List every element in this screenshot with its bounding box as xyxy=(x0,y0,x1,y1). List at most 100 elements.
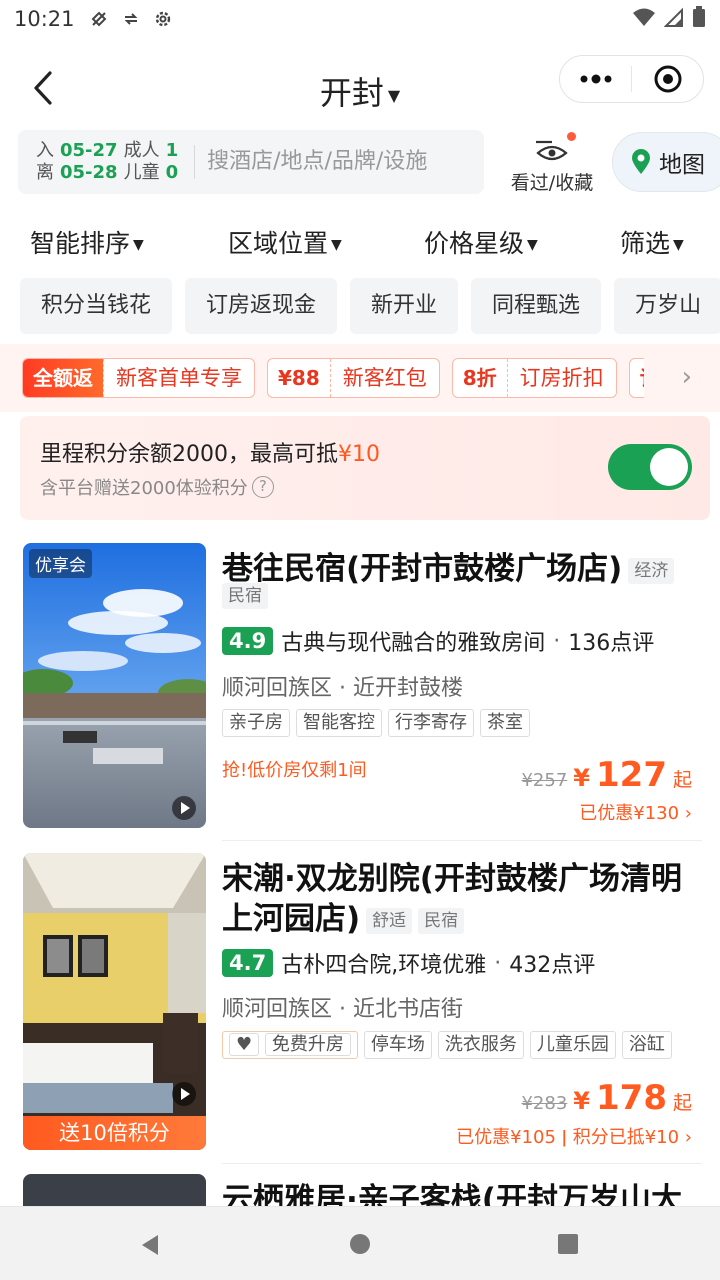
chevron-right-icon[interactable]: › xyxy=(682,362,692,392)
heart-badge-icon: ♥ xyxy=(229,1033,260,1056)
adult-count: 1 xyxy=(165,140,179,161)
recents-nav-button[interactable] xyxy=(557,1233,579,1259)
date-guest-selector[interactable]: 入 05-27 成人 1 离 05-28 儿童 0 xyxy=(36,140,178,184)
chip-wansuishan[interactable]: 万岁山 xyxy=(614,278,720,334)
promo-list: 全额返新客首单专享 ¥88 新客红包 8折订房折扣订 xyxy=(22,358,644,398)
chip-new[interactable]: 新开业 xyxy=(350,278,459,334)
hotel-type-row: 民宿 xyxy=(216,583,268,609)
help-icon[interactable]: ? xyxy=(251,476,274,498)
more-dots-icon xyxy=(580,74,611,84)
signal-icon xyxy=(663,7,684,32)
amenity-tag: 茶室 xyxy=(480,709,530,737)
checkout-date: 05-28 xyxy=(60,162,118,183)
separator-dot: · xyxy=(553,628,561,654)
battery-icon xyxy=(692,5,706,33)
caret-down-icon: ▼ xyxy=(133,237,144,253)
amenity-tag: 儿童乐园 xyxy=(529,1031,616,1059)
checkin-date: 05-27 xyxy=(60,140,118,161)
price-suffix: 起 xyxy=(672,769,692,791)
price-row: ¥257 ¥127 起 xyxy=(521,755,692,795)
points-toggle[interactable] xyxy=(608,444,692,490)
review-count: 432点评 xyxy=(509,953,596,978)
separator-dot: · xyxy=(494,950,502,976)
promo-badge[interactable]: ¥88 新客红包 xyxy=(267,358,440,398)
rating-score: 4.7 xyxy=(222,949,274,977)
chip-points[interactable]: 积分当钱花 xyxy=(20,278,173,334)
currency-symbol: ¥ xyxy=(573,764,590,792)
search-box[interactable]: 入 05-27 成人 1 离 05-28 儿童 0 搜酒店/地点/品牌/设施 xyxy=(18,130,484,194)
more-button[interactable] xyxy=(560,56,631,102)
sort-filter-label: 筛选 xyxy=(620,229,671,258)
history-favorites-button[interactable]: 看过/收藏 xyxy=(504,132,600,195)
points-sub: 含平台赠送2000体验积分? xyxy=(40,474,274,500)
caret-down-icon: ▼ xyxy=(673,237,684,253)
status-time: 10:21 xyxy=(14,7,75,31)
hotel-photo[interactable]: 送10倍积分 xyxy=(23,853,206,1150)
hotel-type-tag: 民宿 xyxy=(222,583,268,609)
chip-selected[interactable]: 同程甄选 xyxy=(471,278,602,334)
original-price: ¥257 xyxy=(521,770,568,791)
current-price: 127 xyxy=(596,755,667,795)
points-card: 里程积分余额2000，最高可抵¥10 含平台赠送2000体验积分? xyxy=(20,416,710,520)
hotel-location: 顺河回族区 · 近开封鼓楼 xyxy=(222,676,463,701)
price-row: ¥283 ¥178 起 xyxy=(521,1078,692,1118)
hotel-card[interactable]: 优享会 巷往民宿(开封市鼓楼广场店) 经济 民宿 4.9 古典与现代融合的雅致房间… xyxy=(0,543,720,843)
original-price: ¥283 xyxy=(521,1093,568,1114)
chip-cashback[interactable]: 订房返现金 xyxy=(185,278,338,334)
map-button[interactable]: 地图 xyxy=(612,132,720,192)
hotel-card[interactable]: 云栖雅居·亲子客栈(开封万岁山大 xyxy=(0,1174,720,1206)
sort-price-star[interactable]: 价格星级 ▼ xyxy=(424,224,538,260)
square-recents-icon xyxy=(558,1234,578,1254)
sort-area-label: 区域位置 xyxy=(228,229,329,258)
hotel-name: 巷往民宿(开封市鼓楼广场店) 经济 xyxy=(222,549,702,589)
points-bonus-banner: 送10倍积分 xyxy=(23,1116,206,1150)
close-miniapp-button[interactable] xyxy=(632,56,703,102)
promo-badge[interactable]: 订 xyxy=(628,358,644,398)
sort-filter[interactable]: 筛选 ▼ xyxy=(620,224,684,260)
toggle-knob xyxy=(650,448,688,486)
child-count: 0 xyxy=(165,162,179,183)
watch-label: 看过/收藏 xyxy=(510,172,594,194)
system-nav-bar xyxy=(0,1206,720,1280)
amenity-tag: 亲子房 xyxy=(222,709,290,737)
promo-badge[interactable]: 8折 订房折扣 xyxy=(451,358,617,398)
location-pin-icon xyxy=(632,149,650,174)
sort-filter-bar: 智能排序 ▼ 区域位置 ▼ 价格星级 ▼ 筛选 ▼ xyxy=(0,214,720,266)
discount-info[interactable]: 已优惠¥105 ǀ 积分已抵¥10 › xyxy=(456,1123,692,1149)
promo-strip: 全额返新客首单专享 ¥88 新客红包 8折订房折扣订 › xyxy=(0,344,720,412)
quick-filter-chips: 积分当钱花 订房返现金 新开业 同程甄选 万岁山 xyxy=(20,278,720,336)
promo-badge-left: 8折 xyxy=(462,366,497,390)
amenity-tag: 行李寄存 xyxy=(388,709,474,737)
points-balance-text: 里程积分余额2000，最高可抵 xyxy=(40,442,338,467)
hotel-card[interactable]: 送10倍积分 宋潮·双龙别院(开封鼓楼广场清明 上河园店) 舒适 民宿 4.7 古朴… xyxy=(0,853,720,1164)
search-row: 入 05-27 成人 1 离 05-28 儿童 0 搜酒店/地点/品牌/设施 看… xyxy=(18,130,720,196)
search-input[interactable]: 搜酒店/地点/品牌/设施 xyxy=(194,145,427,179)
discount-info[interactable]: 已优惠¥130 › xyxy=(579,799,692,825)
card-divider xyxy=(222,1163,702,1164)
miniapp-capsule xyxy=(559,55,704,103)
hotel-name: 宋潮·双龙别院(开封鼓楼广场清明 上河园店) 舒适 民宿 xyxy=(222,859,702,939)
promo-badge-right: 订房折扣 xyxy=(506,359,616,397)
amenity-tag: 智能客控 xyxy=(296,709,382,737)
play-icon[interactable] xyxy=(172,796,196,820)
target-icon xyxy=(654,65,681,93)
promo-badge[interactable]: 全额返 新客首单专享 xyxy=(22,358,255,398)
review-count: 136点评 xyxy=(568,631,655,656)
map-label: 地图 xyxy=(659,152,705,178)
back-nav-button[interactable] xyxy=(138,1233,162,1261)
hotel-image xyxy=(23,543,206,828)
sort-area[interactable]: 区域位置 ▼ xyxy=(228,224,342,260)
hotel-photo[interactable] xyxy=(23,1174,206,1206)
triangle-back-icon xyxy=(142,1235,158,1255)
data-icon xyxy=(121,9,141,29)
amenity-tag: 洗衣服务 xyxy=(437,1031,524,1059)
hotel-image xyxy=(23,853,206,1150)
card-divider xyxy=(222,840,702,841)
promo-badge-right: 新客红包 xyxy=(329,359,439,397)
sort-smart[interactable]: 智能排序 ▼ xyxy=(30,224,144,260)
home-nav-button[interactable] xyxy=(349,1233,371,1259)
promo-badge-left: 订 xyxy=(630,359,644,397)
hotel-photo[interactable]: 优享会 xyxy=(23,543,206,828)
checkin-label: 入 xyxy=(36,140,54,161)
play-icon[interactable] xyxy=(172,1082,196,1106)
